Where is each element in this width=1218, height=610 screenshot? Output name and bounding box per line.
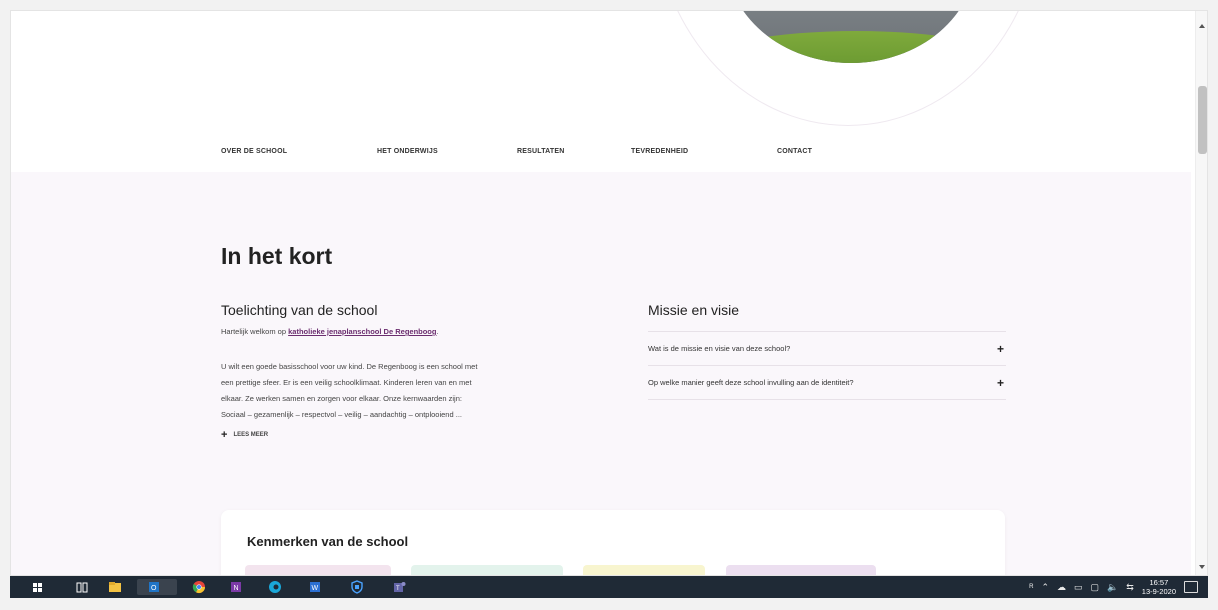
- edge-icon[interactable]: [267, 579, 283, 595]
- scrollbar-thumb[interactable]: [1198, 86, 1207, 154]
- section-title: In het kort: [221, 243, 333, 269]
- notification-center-icon[interactable]: [1184, 581, 1198, 593]
- language-icon[interactable]: ⇆: [1126, 582, 1134, 593]
- school-link[interactable]: katholieke jenaplanschool De Regenboog: [288, 327, 436, 336]
- characteristic-chip[interactable]: [411, 565, 563, 575]
- welcome-suffix: .: [436, 327, 439, 336]
- card-title: Kenmerken van de school: [247, 534, 409, 549]
- scroll-up-arrow-icon[interactable]: [1199, 24, 1205, 28]
- file-explorer-icon[interactable]: [107, 579, 123, 595]
- windows-taskbar: O N W T ᴿ ⌃ ☁ ▭ ▢ 🔈 ⇆ 16:57 13-9-2020: [10, 576, 1208, 598]
- read-more-button[interactable]: + LEES MEER: [221, 429, 581, 441]
- school-description: Toelichting van de school Hartelijk welk…: [221, 302, 581, 441]
- svg-text:W: W: [312, 585, 319, 592]
- word-icon[interactable]: W: [307, 579, 323, 595]
- network-icon[interactable]: ▢: [1091, 582, 1100, 593]
- read-more-label: LEES MEER: [233, 432, 269, 438]
- volume-icon[interactable]: 🔈: [1107, 582, 1118, 593]
- scroll-down-arrow-icon[interactable]: [1199, 565, 1205, 569]
- intro-text: U wilt een goede basisschool voor uw kin…: [221, 359, 581, 423]
- teams-icon[interactable]: T: [391, 579, 407, 595]
- clock-date: 13-9-2020: [1141, 587, 1176, 596]
- content-section: In het kort Toelichting van de school Ha…: [11, 172, 1191, 575]
- svg-text:O: O: [151, 585, 157, 592]
- mission-vision: Missie en visie Wat is de missie en visi…: [648, 302, 1006, 400]
- characteristic-chip[interactable]: [245, 565, 391, 575]
- tab-contact[interactable]: CONTACT: [777, 148, 812, 155]
- tab-resultaten[interactable]: RESULTATEN: [517, 148, 565, 155]
- characteristic-chip[interactable]: [583, 565, 705, 575]
- clock-time: 16:57: [1149, 578, 1169, 587]
- tab-het-onderwijs[interactable]: HET ONDERWIJS: [377, 148, 438, 155]
- characteristic-chip[interactable]: [726, 565, 876, 575]
- chevron-up-icon[interactable]: ⌃: [1041, 582, 1049, 593]
- plus-icon: +: [996, 375, 1004, 390]
- welcome-text: Hartelijk welkom op katholieke jenaplans…: [221, 327, 581, 336]
- vertical-scrollbar[interactable]: [1195, 11, 1207, 575]
- accordion-item-mission[interactable]: Wat is de missie en visie van deze schoo…: [648, 332, 1006, 366]
- intro-line: een prettige sfeer. Er is een veilig sch…: [221, 378, 472, 387]
- tab-over-de-school[interactable]: OVER DE SCHOOL: [221, 148, 288, 174]
- people-icon[interactable]: ᴿ: [1029, 582, 1033, 592]
- windows-start-icon[interactable]: [30, 579, 46, 595]
- svg-text:N: N: [234, 585, 239, 592]
- hero-photo: [726, 11, 976, 63]
- plus-icon: +: [221, 429, 228, 441]
- clock[interactable]: 16:57 13-9-2020: [1142, 578, 1176, 596]
- onedrive-icon[interactable]: ☁: [1057, 582, 1066, 593]
- intro-line: U wilt een goede basisschool voor uw kin…: [221, 362, 478, 371]
- task-view-icon[interactable]: [74, 579, 90, 595]
- onenote-icon[interactable]: N: [228, 579, 244, 595]
- accordion-item-label: Op welke manier geeft deze school invull…: [648, 378, 854, 387]
- battery-icon[interactable]: ▭: [1074, 582, 1083, 593]
- system-tray: ᴿ ⌃ ☁ ▭ ▢ 🔈 ⇆ 16:57 13-9-2020: [1029, 576, 1198, 598]
- browser-viewport: OVER DE SCHOOL HET ONDERWIJS RESULTATEN …: [10, 10, 1208, 576]
- svg-text:T: T: [396, 586, 400, 592]
- tab-tevredenheid[interactable]: TEVREDENHEID: [631, 148, 688, 155]
- characteristics-card: Kenmerken van de school: [221, 510, 1005, 575]
- intro-line: Sociaal – gezamenlijk – respectvol – vei…: [221, 410, 462, 419]
- accordion-item-identity[interactable]: Op welke manier geeft deze school invull…: [648, 366, 1006, 400]
- mission-heading: Missie en visie: [648, 302, 1006, 332]
- chrome-icon[interactable]: [191, 579, 207, 595]
- screen: OVER DE SCHOOL HET ONDERWIJS RESULTATEN …: [0, 0, 1218, 610]
- outlook-icon[interactable]: O: [137, 579, 177, 595]
- welcome-prefix: Hartelijk welkom op: [221, 327, 289, 336]
- defender-icon[interactable]: [349, 579, 365, 595]
- plus-icon: +: [996, 341, 1004, 356]
- accordion-item-label: Wat is de missie en visie van deze schoo…: [648, 344, 791, 353]
- description-heading: Toelichting van de school: [221, 302, 378, 318]
- intro-line: elkaar. Ze werken samen en zorgen voor e…: [221, 394, 462, 403]
